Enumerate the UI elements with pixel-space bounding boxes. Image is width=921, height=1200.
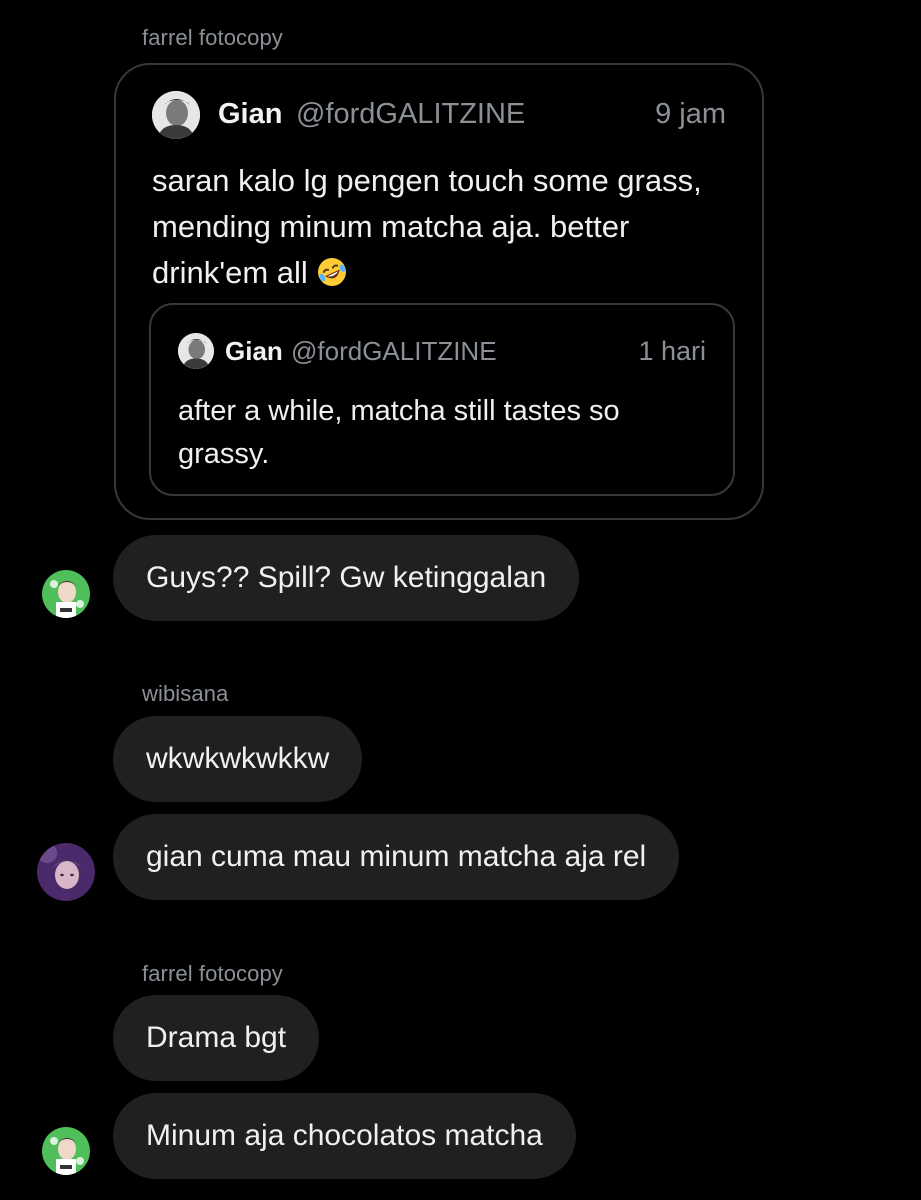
sender-name: wibisana	[142, 681, 229, 706]
quoted-post-body: saran kalo lg pengen touch some grass, m…	[152, 163, 702, 290]
quoted-post-header: Gian @fordGALITZINE 9 jam	[152, 91, 726, 139]
sender-name: farrel fotocopy	[142, 25, 283, 50]
message-bubble[interactable]: Guys?? Spill? Gw ketinggalan	[113, 535, 580, 621]
nested-post-time: 1 hari	[638, 336, 706, 366]
sender-avatar-farrel[interactable]	[42, 1127, 90, 1175]
sender-name: farrel fotocopy	[142, 961, 283, 986]
quoted-post-text: saran kalo lg pengen touch some grass, m…	[152, 158, 742, 296]
message-bubble[interactable]: Drama bgt	[113, 995, 320, 1081]
quoted-post-card[interactable]: Gian @fordGALITZINE 9 jam saran kalo lg …	[114, 63, 764, 520]
nested-quoted-post[interactable]: Gian @fordGALITZINE 1 hari after a while…	[149, 303, 735, 496]
sender-avatar-wibisana[interactable]	[37, 843, 95, 901]
author-avatar[interactable]	[152, 91, 200, 139]
rolling-on-floor-laughing-emoji-icon	[316, 255, 348, 287]
message-bubble[interactable]: wkwkwkwkkw	[113, 716, 363, 802]
sender-avatar-farrel[interactable]	[42, 570, 90, 618]
message-bubble[interactable]: gian cuma mau minum matcha aja rel	[113, 814, 680, 900]
nested-author-avatar[interactable]	[178, 333, 214, 369]
post-time: 9 jam	[655, 98, 726, 130]
nested-post-header: Gian @fordGALITZINE 1 hari	[178, 331, 706, 369]
nested-post-text: after a while, matcha still tastes so gr…	[178, 395, 620, 470]
nested-author-handle[interactable]: @fordGALITZINE	[291, 336, 497, 367]
nested-author-name[interactable]: Gian	[225, 336, 283, 367]
message-bubble[interactable]: Minum aja chocolatos matcha	[113, 1093, 576, 1179]
author-handle[interactable]: @fordGALITZINE	[296, 98, 525, 131]
author-name[interactable]: Gian	[218, 98, 282, 131]
